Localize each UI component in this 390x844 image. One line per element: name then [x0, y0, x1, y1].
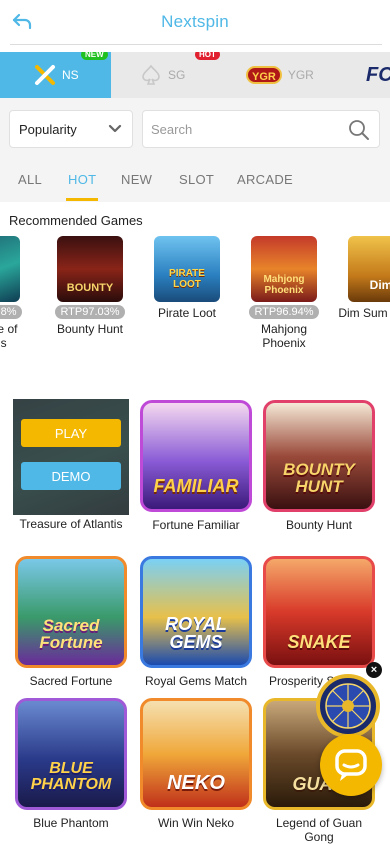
game-name: Treasure of Atlantis [19, 517, 123, 531]
game-card[interactable]: Sacred Fortune Sacred Fortune [13, 556, 129, 688]
game-thumbnail [0, 236, 20, 302]
game-thumbnail: Mahjong Phoenix [251, 236, 317, 302]
search-box [142, 110, 380, 148]
sort-select[interactable]: Popularity [9, 110, 133, 148]
provider-label-ygr: YGR [287, 68, 314, 82]
game-name: Legend of Guan Gong [275, 816, 363, 844]
game-card[interactable]: PLAY DEMO Treasure of Atlantis [13, 399, 129, 531]
recommended-item[interactable]: RTP96.98% Treasure of Atlantis [0, 236, 32, 350]
game-art-text: NEKO [167, 772, 225, 794]
game-card[interactable]: BLUE PHANTOM Blue Phantom [13, 698, 129, 830]
recommended-game-name: Pirate Loot [157, 306, 217, 320]
search-input[interactable] [151, 121, 331, 137]
tab-slot[interactable]: SLOT [179, 172, 214, 187]
recommended-item[interactable]: BOUNTY RTP97.03% Bounty Hunt [45, 236, 135, 336]
game-card[interactable]: FAMILIAR Fortune Familiar [138, 400, 254, 532]
game-lobby-page: Nextspin NS NEW SG HOT YGR YGR FC [0, 0, 390, 844]
game-card[interactable]: NEKO Win Win Neko [138, 698, 254, 830]
nextspin-logo-icon [35, 65, 55, 85]
page-title: Nextspin [161, 12, 229, 31]
sort-select-value: Popularity [19, 121, 77, 137]
game-thumbnail: NEKO [140, 698, 252, 810]
provider-tab-ygr[interactable]: YGR YGR [246, 52, 314, 98]
recommended-item[interactable]: Dim Dim Sum Mania [336, 236, 390, 320]
game-thumbnail: PIRATE LOOT [154, 236, 220, 302]
fc-logo: FC [366, 63, 390, 86]
rtp-badge: RTP96.94% [249, 305, 319, 319]
game-art-text: Mahjong Phoenix [263, 274, 305, 296]
back-arrow-icon[interactable] [10, 10, 34, 34]
active-tab-indicator [66, 198, 98, 201]
tab-all[interactable]: ALL [18, 172, 42, 187]
game-art-text: Dim [369, 278, 390, 292]
category-tabs: ALL HOT NEW SLOT ARCADE [0, 160, 390, 202]
game-thumbnail: SNAKE [263, 556, 375, 668]
new-badge: NEW [81, 52, 108, 60]
game-art-text: BOUNTY [66, 282, 114, 294]
recommended-game-name: Dim Sum Mania [338, 306, 390, 320]
hover-overlay: PLAY DEMO [13, 399, 129, 515]
tab-hot[interactable]: HOT [68, 172, 96, 187]
game-thumbnail: BLUE PHANTOM [15, 698, 127, 810]
hot-badge: HOT [195, 52, 220, 60]
chat-bubble-icon [335, 749, 367, 781]
provider-label-ns: NS [62, 68, 79, 82]
tab-arcade[interactable]: ARCADE [237, 172, 293, 187]
game-name: Fortune Familiar [152, 518, 240, 532]
recommended-game-name: Mahjong Phoenix [260, 322, 308, 350]
game-name: Win Win Neko [157, 816, 234, 830]
game-art-text: Sacred Fortune [39, 616, 103, 652]
ygr-logo: YGR [246, 66, 282, 84]
header-divider [10, 44, 382, 45]
recommended-game-name: Bounty Hunt [56, 322, 124, 336]
game-card[interactable]: SNAKE Prosperity Snake [261, 556, 377, 688]
recommended-item[interactable]: Mahjong Phoenix RTP96.94% Mahjong Phoeni… [239, 236, 329, 350]
tab-new[interactable]: NEW [121, 172, 152, 187]
play-button[interactable]: PLAY [21, 419, 121, 447]
provider-tab-fc[interactable]: FC [366, 52, 390, 98]
filter-row: Popularity [0, 98, 390, 160]
spadegaming-logo-icon [142, 64, 160, 85]
game-card[interactable]: ROYAL GEMS Royal Gems Match [138, 556, 254, 688]
game-thumbnail: BOUNTY [57, 236, 123, 302]
lucky-wheel-icon[interactable] [316, 674, 380, 738]
rtp-badge: RTP97.03% [55, 305, 125, 319]
game-name: Royal Gems Match [144, 674, 248, 688]
recommended-title: Recommended Games [9, 213, 143, 228]
recommended-item[interactable]: PIRATE LOOT Pirate Loot [142, 236, 232, 320]
game-art-text: FAMILIAR [153, 476, 239, 496]
game-name: Bounty Hunt [285, 518, 353, 532]
game-thumbnail: ROYAL GEMS [140, 556, 252, 668]
chevron-down-icon [108, 124, 122, 133]
game-thumbnail: Dim [348, 236, 390, 302]
game-art-text: BLUE PHANTOM [30, 760, 112, 793]
game-thumbnail: PLAY DEMO [13, 399, 129, 515]
game-art-text: SNAKE [287, 632, 351, 652]
game-thumbnail: BOUNTY HUNT [263, 400, 375, 512]
search-icon[interactable] [348, 119, 370, 141]
provider-bar: NS NEW SG HOT YGR YGR FC [0, 52, 390, 98]
game-thumbnail: FAMILIAR [140, 400, 252, 512]
game-art-text: PIRATE LOOT [169, 268, 205, 290]
game-name: Blue Phantom [33, 816, 109, 830]
rtp-badge: RTP96.98% [0, 305, 22, 319]
close-icon[interactable]: × [366, 662, 382, 678]
provider-label-sg: SG [168, 68, 186, 82]
game-thumbnail: Sacred Fortune [15, 556, 127, 668]
live-chat-button[interactable] [320, 734, 382, 796]
demo-button[interactable]: DEMO [21, 462, 121, 490]
game-art-text: BOUNTY HUNT [283, 460, 355, 496]
recommended-strip: RTP96.98% Treasure of Atlantis BOUNTY RT… [0, 236, 390, 356]
header: Nextspin [0, 0, 390, 44]
provider-tab-sg[interactable]: SG [140, 52, 185, 98]
recommended-game-name: Treasure of Atlantis [0, 322, 18, 350]
game-card[interactable]: BOUNTY HUNT Bounty Hunt [261, 400, 377, 532]
game-name: Sacred Fortune [29, 674, 113, 688]
game-art-text: ROYAL GEMS [165, 614, 227, 652]
